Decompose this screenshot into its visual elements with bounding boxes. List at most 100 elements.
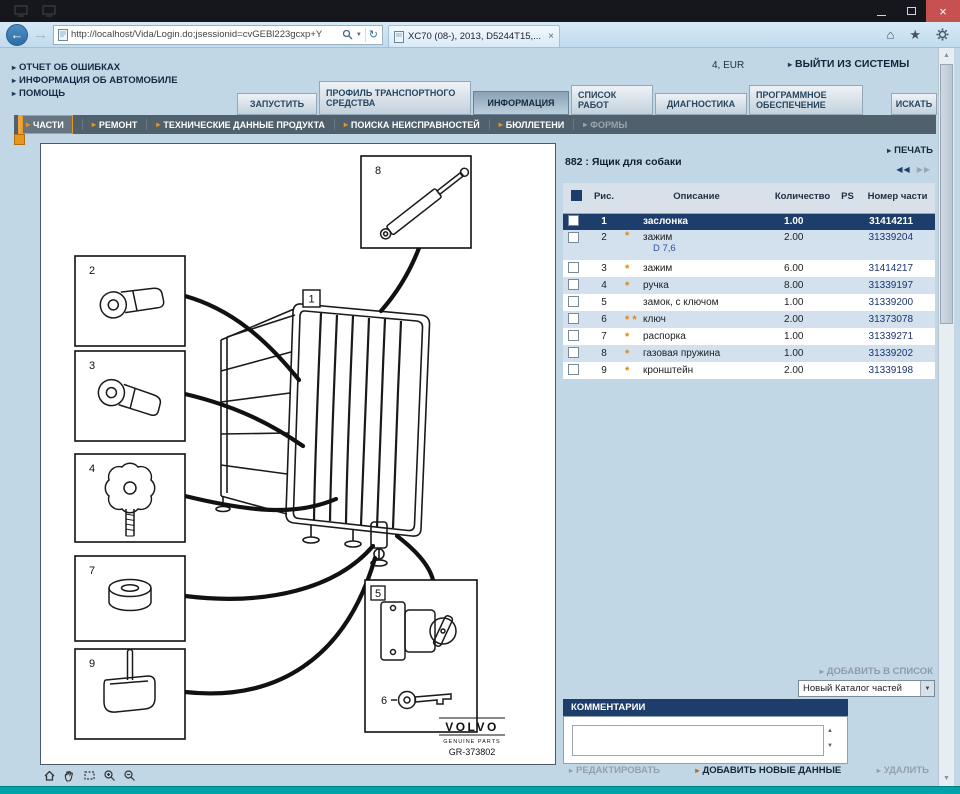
- subnav-product-data[interactable]: ▸ ТЕХНИЧЕСКИЕ ДАННЫЕ ПРОДУКТА: [156, 115, 325, 134]
- row-checkbox[interactable]: [568, 214, 579, 226]
- link-arrow-icon: ▸: [569, 766, 574, 775]
- close-button[interactable]: ×: [926, 0, 960, 22]
- select-all-header[interactable]: [563, 183, 585, 214]
- scroll-up-icon: ▲: [827, 728, 833, 734]
- part-row-1[interactable]: 1 заслонка 1.00 31414211: [563, 213, 936, 230]
- subnav-bulletins[interactable]: ▸ БЮЛЛЕТЕНИ: [499, 115, 565, 134]
- minimize-button[interactable]: [866, 0, 896, 22]
- part-row-2[interactable]: 2 * зажим D 7,6 2.00 31339204: [563, 230, 936, 260]
- search-icon[interactable]: [342, 29, 353, 40]
- row-checkbox[interactable]: [568, 346, 579, 358]
- link-arrow-icon: ▸: [26, 120, 31, 129]
- subnav-repair[interactable]: ▸ РЕМОНТ: [92, 115, 138, 134]
- comment-input[interactable]: [572, 725, 824, 756]
- callout-7[interactable]: 7: [89, 565, 95, 577]
- callout-2[interactable]: 2: [89, 265, 95, 277]
- row-checkbox[interactable]: [568, 329, 579, 341]
- table-header-row: Рис. Описание Количество PS Номер части: [563, 183, 936, 214]
- scroll-down-icon[interactable]: ▼: [939, 771, 954, 786]
- settings-gear-icon[interactable]: [936, 28, 949, 41]
- parts-diagram-panel: 1 2 3 4 5 6 7 8 9 VOLVO GENUINE PARTS GR…: [40, 143, 556, 765]
- zoom-region-icon[interactable]: [82, 768, 97, 783]
- link-error-report[interactable]: ▸ ОТЧЕТ ОБ ОШИБКАХ: [12, 62, 178, 73]
- callout-5[interactable]: 5: [375, 588, 381, 600]
- subnav-forms[interactable]: ▸ ФОРМЫ: [583, 115, 627, 134]
- callout-3[interactable]: 3: [89, 360, 95, 372]
- parts-diagram: 1 2 3 4 5 6 7 8 9 VOLVO GENUINE PARTS GR…: [74, 155, 505, 757]
- subnav-fault-tracing[interactable]: ▸ ПОИСКА НЕИСПРАВНОСТЕЙ: [344, 115, 480, 134]
- main-tab-information[interactable]: ИНФОРМАЦИЯ: [473, 91, 569, 115]
- home-icon[interactable]: ⌂: [886, 27, 894, 42]
- comment-scroll[interactable]: ▲ ▼: [827, 728, 833, 749]
- add-new-data-button[interactable]: ▸ ДОБАВИТЬ НОВЫЕ ДАННЫЕ: [695, 765, 841, 776]
- main-tab-job-list[interactable]: СПИСОК РАБОТ: [571, 85, 653, 115]
- link-arrow-icon: ▸: [819, 667, 824, 676]
- diagram-zoom-toolbar: [42, 768, 137, 783]
- part-row-7[interactable]: 7 * распорка 1.00 31339271: [563, 328, 935, 345]
- address-bar[interactable]: http://localhost/Vida/Login.do;jsessioni…: [53, 24, 383, 45]
- part-row-5[interactable]: 5 замок, с ключом 1.00 31339200: [563, 294, 935, 311]
- logout-button[interactable]: ▸ ВЫЙТИ ИЗ СИСТЕМЫ: [788, 58, 909, 70]
- maximize-button[interactable]: [896, 0, 926, 22]
- zoom-in-icon[interactable]: [102, 768, 117, 783]
- callout-1[interactable]: 1: [308, 294, 314, 306]
- edit-button[interactable]: ▸ РЕДАКТИРОВАТЬ: [569, 765, 660, 776]
- link-vehicle-info[interactable]: ▸ ИНФОРМАЦИЯ ОБ АВТОМОБИЛЕ: [12, 75, 178, 86]
- callout-4[interactable]: 4: [89, 463, 95, 475]
- forward-button[interactable]: →: [33, 26, 48, 43]
- row-checkbox[interactable]: [568, 295, 579, 307]
- browser-window: × ← → http://localhost/Vida/Login.do;jse…: [0, 0, 960, 794]
- callout-9[interactable]: 9: [89, 658, 95, 670]
- parts-group-title: 882 : Ящик для собаки: [565, 156, 682, 168]
- back-button[interactable]: ←: [6, 23, 28, 46]
- refresh-icon[interactable]: ↻: [369, 28, 378, 41]
- sub-nav-bar: ▸ ЧАСТИ ▸ РЕМОНТ ▸ ТЕХНИЧЕСКИЕ ДАННЫЕ ПРОДУ…: [14, 115, 936, 134]
- main-tab-search[interactable]: ИСКАТЬ: [891, 93, 937, 115]
- link-arrow-icon: ▸: [876, 766, 881, 775]
- tab-close-icon[interactable]: ×: [548, 31, 554, 42]
- row-checkbox[interactable]: [568, 363, 579, 375]
- subnav-parts[interactable]: ▸ ЧАСТИ: [18, 115, 73, 134]
- catalog-select-value: Новый Каталог частей: [803, 683, 902, 694]
- pager-prev-icon[interactable]: ◀◀: [896, 165, 910, 174]
- pager-next-icon[interactable]: ▶▶: [917, 165, 931, 174]
- row-checkbox[interactable]: [568, 312, 579, 324]
- delete-button[interactable]: ▸ УДАЛИТЬ: [877, 765, 929, 776]
- subnav-divider: [333, 119, 335, 130]
- currency-label: 4, EUR: [712, 60, 745, 71]
- callout-6[interactable]: 6: [381, 695, 387, 707]
- scroll-up-icon[interactable]: ▲: [939, 48, 954, 63]
- callout-8[interactable]: 8: [375, 165, 381, 177]
- pan-hand-icon[interactable]: [62, 768, 77, 783]
- main-tab-software[interactable]: ПРОГРАММНОЕ ОБЕСПЕЧЕНИЕ: [749, 85, 863, 115]
- panel-collapse-handle[interactable]: [14, 134, 25, 145]
- row-checkbox[interactable]: [568, 261, 579, 273]
- vertical-scrollbar[interactable]: ▲ ▼: [938, 48, 954, 786]
- fit-view-icon[interactable]: [42, 768, 57, 783]
- favorites-icon[interactable]: ★: [909, 27, 921, 43]
- main-tab-bar: ЗАПУСТИТЬ ПРОФИЛЬ ТРАНСПОРТНОГО СРЕДСТВА…: [237, 81, 937, 115]
- row-checkbox[interactable]: [568, 232, 579, 243]
- link-arrow-icon: ▸: [498, 120, 503, 129]
- link-arrow-icon: ▸: [788, 60, 793, 69]
- parts-list-panel: ▸ ПЕЧАТЬ 882 : Ящик для собаки ◀◀ ▶▶ Рис. …: [563, 143, 936, 788]
- part-row-3[interactable]: 3 * зажим 6.00 31414217: [563, 260, 935, 277]
- part-row-8[interactable]: 8 * газовая пружина 1.00 31339202: [563, 345, 936, 362]
- catalog-select[interactable]: Новый Каталог частей ▼: [798, 680, 935, 697]
- print-button[interactable]: ▸ ПЕЧАТЬ: [887, 145, 933, 156]
- link-arrow-icon: ▸: [12, 76, 17, 85]
- autocomplete-caret-icon[interactable]: ▼: [356, 32, 362, 38]
- main-tab-vehicle-profile[interactable]: ПРОФИЛЬ ТРАНСПОРТНОГО СРЕДСТВА: [319, 81, 471, 115]
- link-help[interactable]: ▸ ПОМОЩЬ: [12, 88, 178, 99]
- zoom-out-icon[interactable]: [122, 768, 137, 783]
- scrollbar-thumb[interactable]: [940, 64, 953, 324]
- part-row-9[interactable]: 9 * кронштейн 2.00 31339198: [563, 362, 935, 379]
- part-row-4[interactable]: 4 * ручка 8.00 31339197: [563, 277, 936, 294]
- close-icon: ×: [939, 3, 947, 19]
- main-tab-diagnostics[interactable]: ДИАГНОСТИКА: [655, 93, 747, 115]
- row-checkbox[interactable]: [568, 278, 579, 290]
- part-row-6[interactable]: 6 * * ключ 2.00 31373078: [563, 311, 936, 328]
- add-to-list-button[interactable]: ▸ ДОБАВИТЬ В СПИСОК: [820, 666, 933, 677]
- browser-tab[interactable]: XC70 (08-), 2013, D5244T15,... ×: [388, 25, 560, 47]
- main-tab-start[interactable]: ЗАПУСТИТЬ: [237, 93, 317, 115]
